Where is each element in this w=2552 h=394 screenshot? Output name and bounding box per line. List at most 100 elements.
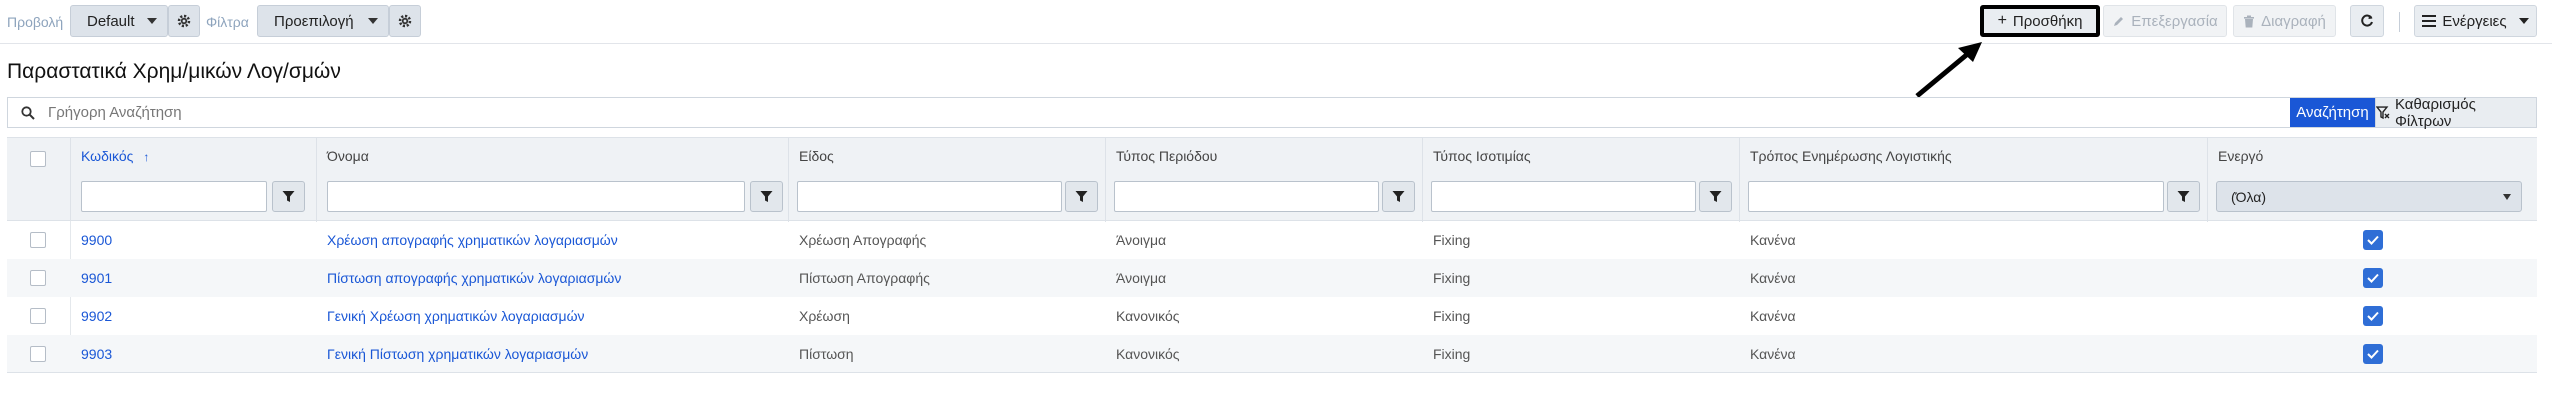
filter-code-button[interactable]: [272, 181, 305, 212]
filter-active-select[interactable]: (Όλα): [2216, 181, 2522, 212]
cell-accounting-update: Κανένα: [1750, 232, 1796, 248]
row-select-checkbox[interactable]: [29, 345, 47, 363]
active-checkbox[interactable]: [2362, 230, 2383, 250]
checkmark-icon: [2366, 349, 2379, 359]
cell-period-type: Άνοιγμα: [1116, 270, 1167, 286]
cell-rate-type: Fixing: [1433, 270, 1471, 286]
clear-filters-label: Καθαρισμός Φίλτρων: [2394, 95, 2476, 130]
cell-period-type: Κανονικός: [1116, 346, 1180, 362]
cell-code[interactable]: 9901: [71, 259, 317, 297]
cell-kind: Χρέωση: [799, 308, 850, 324]
cell-name[interactable]: Πίστωση απογραφής χρηματικών λογαριασμών: [317, 259, 789, 297]
filter-preset-select[interactable]: Προεπιλογή: [257, 5, 389, 37]
table-row[interactable]: 9902 Γενική Χρέωση χρηματικών λογαριασμώ…: [7, 297, 2537, 335]
column-name-label: Όνομα: [327, 148, 369, 164]
menu-icon: [2422, 15, 2437, 27]
view-select-value: Default: [87, 12, 135, 30]
pencil-icon: [2114, 16, 2124, 26]
cell-name[interactable]: Χρέωση απογραφής χρηματικών λογαριασμών: [317, 221, 789, 259]
actions-menu-button[interactable]: Ενέργειες: [2414, 5, 2537, 37]
grid-header: Κωδικός ↑ Όνομα Είδος Τύπος Περιόδου Τύπο…: [7, 137, 2537, 222]
column-accounting-update[interactable]: Τρόπος Ενημέρωσης Λογιστικής: [1740, 138, 2208, 222]
active-checkbox[interactable]: [2362, 306, 2383, 326]
filter-select-value: Προεπιλογή: [274, 12, 354, 30]
cell-active: [2208, 297, 2537, 335]
grid-footer-divider: [7, 372, 2537, 394]
delete-button-label: Διαγραφή: [2261, 12, 2326, 30]
delete-button[interactable]: Διαγραφή: [2233, 5, 2336, 37]
column-active-label: Ενεργό: [2218, 148, 2264, 164]
view-label: Προβολή: [7, 14, 64, 30]
column-code-label: Κωδικός ↑: [81, 148, 150, 164]
chevron-down-icon: [368, 18, 378, 24]
checkmark-icon: [2366, 311, 2379, 321]
filter-settings-button[interactable]: [389, 5, 421, 37]
search-button[interactable]: Αναζήτηση: [2290, 98, 2375, 127]
table-row[interactable]: 9901 Πίστωση απογραφής χρηματικών λογαρι…: [7, 259, 2537, 297]
view-settings-button[interactable]: [168, 5, 200, 37]
row-select-checkbox[interactable]: [29, 231, 47, 249]
row-select-checkbox[interactable]: [29, 307, 47, 325]
cell-rate-type: Fixing: [1433, 232, 1471, 248]
filter-kind-button[interactable]: [1065, 181, 1098, 212]
cell-period-type: Άνοιγμα: [1116, 232, 1167, 248]
view-select[interactable]: Default: [70, 5, 168, 37]
cell-accounting-update: Κανένα: [1750, 308, 1796, 324]
filter-period-type-button[interactable]: [1382, 181, 1415, 212]
refresh-button[interactable]: [2350, 5, 2384, 37]
column-rate-type[interactable]: Τύπος Ισοτιμίας: [1423, 138, 1740, 222]
cell-name[interactable]: Γενική Πίστωση χρηματικών λογαριασμών: [317, 335, 789, 373]
search-icon: [8, 105, 48, 120]
filter-rate-type-input[interactable]: [1431, 181, 1696, 212]
filter-rate-type-button[interactable]: [1699, 181, 1732, 212]
filter-code-input[interactable]: [81, 181, 267, 212]
gear-icon: [177, 14, 191, 28]
cell-active: [2208, 221, 2537, 259]
cell-code[interactable]: 9900: [71, 221, 317, 259]
table-row[interactable]: 9903 Γενική Πίστωση χρηματικών λογαριασμ…: [7, 335, 2537, 373]
filter-kind-input[interactable]: [797, 181, 1062, 212]
refresh-icon: [2361, 14, 2373, 27]
active-checkbox[interactable]: [2362, 268, 2383, 288]
active-checkbox[interactable]: [2362, 344, 2383, 364]
filter-label: Φίλτρα: [206, 14, 249, 30]
table-row[interactable]: 9900 Χρέωση απογραφής χρηματικών λογαρια…: [7, 221, 2537, 259]
chevron-down-icon: [2503, 193, 2511, 200]
quick-search-bar: Αναζήτηση Καθαρισμός Φίλτρων: [7, 95, 2537, 130]
filter-name-button[interactable]: [750, 181, 783, 212]
chevron-down-icon: [147, 18, 157, 24]
trash-icon: [2244, 15, 2255, 27]
column-period-type[interactable]: Τύπος Περιόδου: [1106, 138, 1423, 222]
filter-name-input[interactable]: [327, 181, 745, 212]
cell-code[interactable]: 9903: [71, 335, 317, 373]
filter-accounting-update-button[interactable]: [2167, 181, 2200, 212]
page-title: Παραστατικά Χρημ/μικών Λογ/σμών: [7, 60, 341, 83]
quick-search-input[interactable]: [48, 104, 2536, 121]
cell-active: [2208, 335, 2537, 373]
row-select-checkbox[interactable]: [29, 269, 47, 287]
cell-rate-type: Fixing: [1433, 308, 1471, 324]
select-all-column: [7, 138, 71, 222]
filter-period-type-input[interactable]: [1114, 181, 1379, 212]
cell-code[interactable]: 9902: [71, 297, 317, 335]
edit-button-label: Επεξεργασία: [2131, 12, 2218, 30]
add-button-label: Προσθήκη: [2012, 12, 2083, 30]
gear-icon: [398, 14, 412, 28]
cell-kind: Χρέωση Απογραφής: [799, 232, 927, 248]
filter-active-value: (Όλα): [2231, 188, 2267, 205]
chevron-down-icon: [2518, 18, 2529, 24]
column-code[interactable]: Κωδικός ↑: [71, 138, 317, 222]
edit-button[interactable]: Επεξεργασία: [2103, 5, 2227, 37]
clear-filters-button[interactable]: Καθαρισμός Φίλτρων: [2375, 95, 2536, 130]
column-kind-label: Είδος: [799, 148, 834, 164]
select-all-checkbox[interactable]: [29, 150, 47, 168]
column-rate-type-label: Τύπος Ισοτιμίας: [1433, 148, 1531, 164]
cell-name[interactable]: Γενική Χρέωση χρηματικών λογαριασμών: [317, 297, 789, 335]
column-active[interactable]: Ενεργό (Όλα): [2208, 138, 2537, 222]
filter-icon: [760, 191, 773, 202]
add-button[interactable]: + Προσθήκη: [1980, 5, 2100, 37]
column-name[interactable]: Όνομα: [317, 138, 789, 222]
cell-period-type: Κανονικός: [1116, 308, 1180, 324]
filter-accounting-update-input[interactable]: [1748, 181, 2164, 212]
column-kind[interactable]: Είδος: [789, 138, 1106, 222]
